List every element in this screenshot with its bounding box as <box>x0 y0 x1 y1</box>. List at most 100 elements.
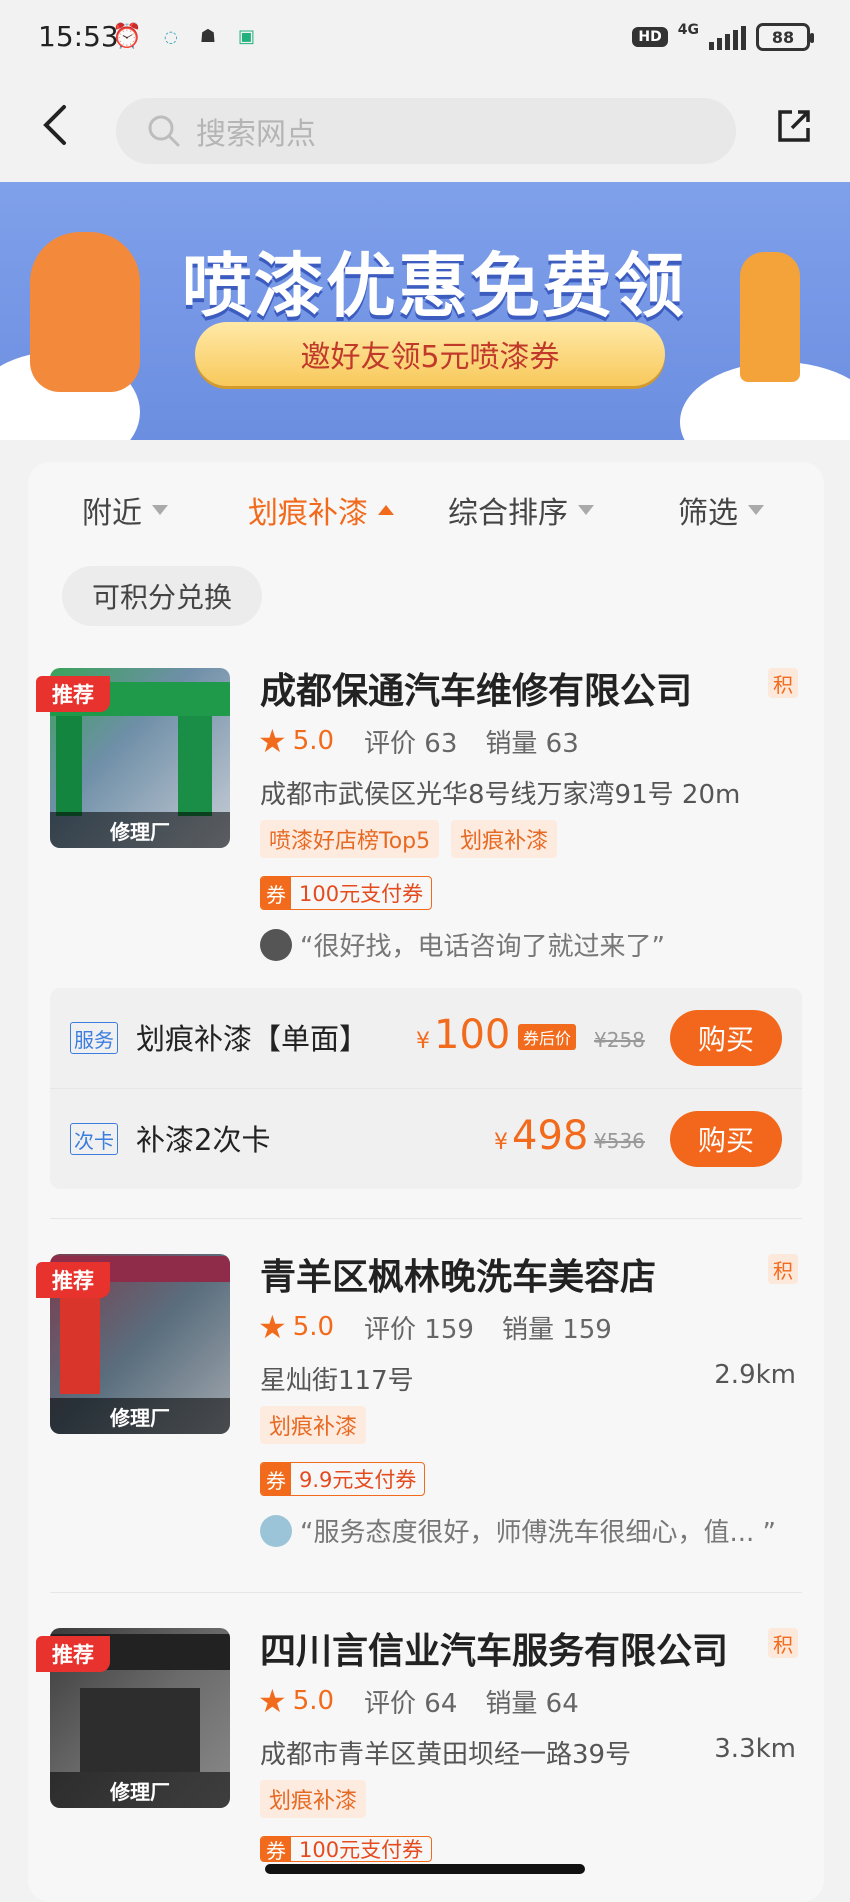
search-input[interactable]: 搜索网点 <box>116 98 736 164</box>
filter-screen[interactable]: 筛选 <box>678 488 764 532</box>
service-badge: 次卡 <box>70 1123 118 1155</box>
top-bar: 搜索网点 <box>0 78 850 182</box>
recommend-badge: 推荐 <box>36 1262 110 1298</box>
storefront-pillar <box>56 716 82 816</box>
coupon-mark: 券 <box>261 1837 291 1861</box>
thumbnail-caption: 修理厂 <box>50 1772 230 1808</box>
dropdown-arrow-up-icon <box>378 505 394 515</box>
share-icon <box>778 110 810 142</box>
address-text: 成都市武侯区光华8号线万家湾91号 <box>260 780 674 810</box>
banner-cta[interactable]: 邀好友领5元喷漆券 <box>195 322 665 386</box>
thumbnail-caption: 修理厂 <box>50 1398 230 1434</box>
shop-name[interactable]: 成都保通汽车维修有限公司 <box>260 662 692 714</box>
rating-row: ★ 5.0 评价 64 销量 64 <box>258 1682 579 1720</box>
shop-item[interactable]: 推荐 修理厂 四川言信业汽车服务有限公司 积 ★ 5.0 评价 64 销量 64… <box>28 1628 824 1888</box>
buy-button[interactable]: 购买 <box>670 1111 782 1167</box>
filter-sort[interactable]: 综合排序 <box>448 488 594 532</box>
service-name: 划痕补漆【单面】 <box>136 1022 369 1056</box>
coupon-text: 100元支付券 <box>299 882 424 906</box>
network-type: 4G <box>677 22 699 38</box>
recommend-badge: 推荐 <box>36 1636 110 1672</box>
home-indicator[interactable] <box>265 1864 585 1874</box>
filter-label: 筛选 <box>678 496 738 531</box>
recommend-badge: 推荐 <box>36 676 110 712</box>
coupon-badge: 券 100元支付券 <box>260 1836 433 1862</box>
rating-row: ★ 5.0 评价 63 销量 63 <box>258 722 579 760</box>
status-notification-icons: ⏰ ◌ ☗ ▣ <box>112 22 255 50</box>
tag-list: 划痕补漆 <box>260 1780 367 1818</box>
coupon-text: 9.9元支付券 <box>299 1468 417 1492</box>
sales-count: 销量 159 <box>501 1314 612 1345</box>
sync-icon: ◌ <box>163 26 178 46</box>
price-value: 100 <box>434 1012 511 1058</box>
shop-address: 成都市青羊区黄田坝经一路39号 <box>260 1740 632 1770</box>
shop-name[interactable]: 青羊区枫林晚洗车美容店 <box>260 1248 656 1300</box>
section-divider <box>50 1592 802 1593</box>
storefront-door <box>80 1688 200 1772</box>
filter-category[interactable]: 划痕补漆 <box>248 488 394 532</box>
filter-label: 综合排序 <box>448 496 568 531</box>
tag: 划痕补漆 <box>260 1406 367 1444</box>
service-row[interactable]: 次卡 补漆2次卡 ¥498 ¥536 购买 <box>50 1089 802 1189</box>
avatar <box>260 1514 292 1547</box>
hd-icon: HD <box>632 27 668 47</box>
tag: 划痕补漆 <box>451 820 558 858</box>
chat-notification-icon: ▣ <box>238 25 256 47</box>
rating-score: 5.0 <box>292 1686 335 1716</box>
review-text: “很好找，电话咨询了就过来了” <box>300 932 665 962</box>
distance: 2.9km <box>714 1360 796 1390</box>
coupon-mark: 券 <box>261 1463 291 1495</box>
mascot-horse-icon <box>30 232 140 392</box>
back-arrow-icon <box>43 105 66 145</box>
star-icon: ★ <box>258 1682 287 1720</box>
filter-bar: 附近 划痕补漆 综合排序 筛选 <box>28 462 824 552</box>
tag-list: 喷漆好店榜Top5 划痕补漆 <box>260 820 558 858</box>
share-button[interactable] <box>774 106 822 154</box>
thumbnail-caption: 修理厂 <box>50 812 230 848</box>
star-icon: ★ <box>258 1308 287 1346</box>
battery-level: 88 <box>771 27 795 47</box>
promo-banner[interactable]: 喷漆优惠免费领 邀好友领5元喷漆券 <box>0 182 850 440</box>
back-button[interactable] <box>30 100 80 150</box>
tag-list: 划痕补漆 <box>260 1406 367 1444</box>
shop-item[interactable]: 推荐 修理厂 成都保通汽车维修有限公司 积 ★ 5.0 评价 63 销量 63 … <box>28 668 824 1198</box>
signal-icon <box>709 24 746 50</box>
review-snippet: “很好找，电话咨询了就过来了” <box>260 926 665 963</box>
currency: ¥ <box>494 1130 508 1155</box>
battery-icon: 88 <box>756 23 814 51</box>
review-count: 评价 64 <box>364 1688 458 1719</box>
original-price: ¥258 <box>594 1028 645 1052</box>
shop-list-card: 附近 划痕补漆 综合排序 筛选 可积分兑换 推荐 修理厂 成都保通汽车维修有限公… <box>28 462 824 1902</box>
sales-count: 销量 64 <box>485 1688 579 1719</box>
star-icon: ★ <box>258 722 287 760</box>
after-coupon-badge: 券后价 <box>518 1024 577 1050</box>
shop-name[interactable]: 四川言信业汽车服务有限公司 <box>260 1622 728 1674</box>
distance: 20m <box>681 780 741 810</box>
filter-label: 划痕补漆 <box>248 496 368 531</box>
dropdown-arrow-icon <box>578 505 594 515</box>
search-placeholder: 搜索网点 <box>196 117 316 152</box>
rating-score: 5.0 <box>292 1312 335 1342</box>
painter-figure-icon <box>740 252 800 382</box>
review-text: “服务态度很好，师傅洗车很细心，值... ” <box>300 1518 776 1548</box>
points-exchange-chip[interactable]: 可积分兑换 <box>62 566 263 626</box>
price-value: 498 <box>512 1113 589 1159</box>
points-badge: 积 <box>768 1628 798 1658</box>
tag: 喷漆好店榜Top5 <box>260 820 440 858</box>
section-divider <box>50 1218 802 1219</box>
coupon-badge: 券 9.9元支付券 <box>260 1462 426 1496</box>
points-badge: 积 <box>768 1254 798 1284</box>
banner-headline: 喷漆优惠免费领 <box>182 245 686 327</box>
filter-label: 附近 <box>82 496 142 531</box>
search-icon <box>148 115 180 147</box>
dropdown-arrow-icon <box>152 505 168 515</box>
service-row[interactable]: 服务 划痕补漆【单面】 ¥100 券后价 ¥258 购买 <box>50 988 802 1088</box>
coupon-mark: 券 <box>261 877 291 909</box>
buy-button[interactable]: 购买 <box>670 1010 782 1066</box>
app-notification-icon: ☗ <box>199 25 216 47</box>
filter-nearby[interactable]: 附近 <box>82 488 168 532</box>
shop-item[interactable]: 推荐 修理厂 青羊区枫林晚洗车美容店 积 ★ 5.0 评价 159 销量 159… <box>28 1254 824 1584</box>
avatar <box>260 928 292 961</box>
dropdown-arrow-icon <box>748 505 764 515</box>
sales-count: 销量 63 <box>485 728 579 759</box>
